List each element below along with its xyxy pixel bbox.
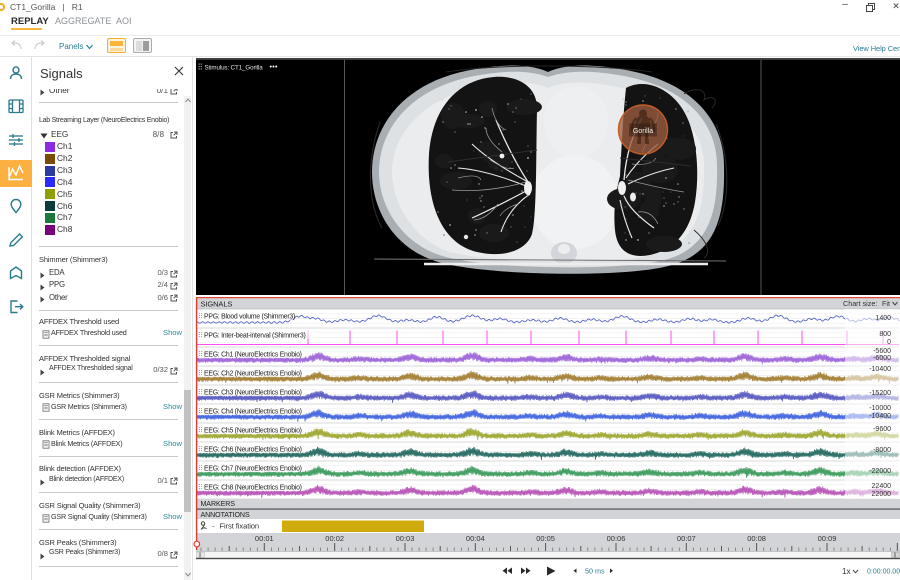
svg-text:SIGNALS: SIGNALS bbox=[201, 299, 233, 308]
svg-text:•••: ••• bbox=[270, 64, 279, 71]
svg-text:-15200: -15200 bbox=[869, 390, 891, 397]
svg-text:800: 800 bbox=[879, 331, 891, 338]
svg-text:1x: 1x bbox=[842, 567, 851, 576]
svg-text:00:05: 00:05 bbox=[536, 534, 555, 543]
svg-text:EEG: Ch6 (NeuroElectrics Enobi: EEG: Ch6 (NeuroElectrics Enobio) bbox=[204, 446, 302, 453]
svg-text:00:02: 00:02 bbox=[325, 534, 344, 543]
svg-text:EEG: Ch8 (NeuroElectrics Enobi: EEG: Ch8 (NeuroElectrics Enobio) bbox=[204, 484, 302, 491]
svg-text:-10400: -10400 bbox=[869, 366, 891, 373]
svg-text:00:09: 00:09 bbox=[818, 534, 837, 543]
svg-text:EEG: Ch7 (NeuroElectrics Enobi: EEG: Ch7 (NeuroElectrics Enobio) bbox=[204, 465, 302, 472]
svg-text:||: || bbox=[894, 553, 897, 559]
svg-text:MARKERS: MARKERS bbox=[201, 500, 236, 508]
svg-text:-10400: -10400 bbox=[869, 413, 891, 420]
svg-text:0: 0 bbox=[887, 339, 891, 346]
svg-text:Fit: Fit bbox=[882, 299, 890, 308]
svg-text:0:00:00.000: 0:00:00.000 bbox=[867, 568, 900, 575]
svg-text:EEG: Ch5 (NeuroElectrics Enobi: EEG: Ch5 (NeuroElectrics Enobio) bbox=[204, 427, 302, 434]
svg-text:00:03: 00:03 bbox=[396, 534, 415, 543]
svg-text:50 ms: 50 ms bbox=[585, 567, 605, 576]
svg-text:First fixation: First fixation bbox=[220, 522, 260, 531]
svg-text:EEG: Ch1 (NeuroElectrics Enobi: EEG: Ch1 (NeuroElectrics Enobio) bbox=[204, 351, 302, 358]
svg-text:PPG: Inter-beat-interval (Shim: PPG: Inter-beat-interval (Shimmer3) bbox=[204, 332, 306, 339]
svg-text:00:04: 00:04 bbox=[466, 534, 485, 543]
svg-text:-9600: -9600 bbox=[873, 426, 891, 433]
svg-text:22000: 22000 bbox=[872, 491, 892, 498]
svg-text:-8000: -8000 bbox=[873, 447, 891, 454]
svg-text:Stimulus: CT1_Gorilla: Stimulus: CT1_Gorilla bbox=[205, 64, 264, 71]
svg-text:-5600: -5600 bbox=[873, 348, 891, 355]
svg-text:00:08: 00:08 bbox=[747, 534, 766, 543]
svg-text:00:01: 00:01 bbox=[255, 534, 274, 543]
svg-text:EEG: Ch4 (NeuroElectrics Enobi: EEG: Ch4 (NeuroElectrics Enobio) bbox=[204, 408, 302, 415]
svg-text:EEG: Ch3 (NeuroElectrics Enobi: EEG: Ch3 (NeuroElectrics Enobio) bbox=[204, 389, 302, 396]
svg-text:-6000: -6000 bbox=[873, 355, 891, 362]
svg-text:1400: 1400 bbox=[875, 315, 891, 322]
svg-text:22400: 22400 bbox=[872, 483, 892, 490]
svg-text:EEG: Ch2 (NeuroElectrics Enobi: EEG: Ch2 (NeuroElectrics Enobio) bbox=[204, 370, 302, 377]
svg-text:ANNOTATIONS: ANNOTATIONS bbox=[201, 511, 250, 519]
svg-text:Gorilla: Gorilla bbox=[633, 127, 653, 134]
svg-text:||: || bbox=[199, 553, 202, 559]
svg-text:PPG: Blood volume (Shimmer3): PPG: Blood volume (Shimmer3) bbox=[204, 313, 295, 320]
svg-text:Chart size:: Chart size: bbox=[843, 299, 877, 308]
svg-text:-10000: -10000 bbox=[869, 405, 891, 412]
svg-text:00:07: 00:07 bbox=[677, 534, 696, 543]
svg-text:00:06: 00:06 bbox=[607, 534, 626, 543]
svg-text:-22000: -22000 bbox=[869, 468, 891, 475]
